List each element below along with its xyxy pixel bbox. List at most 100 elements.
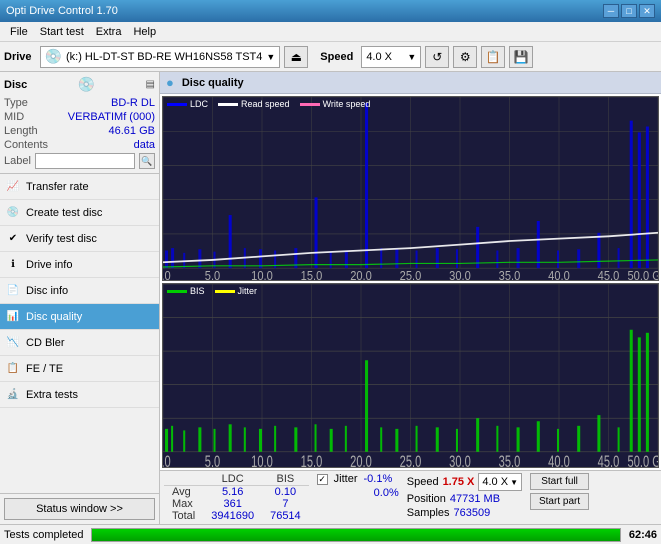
chart-header-icon: ● — [166, 75, 174, 90]
main-layout: Disc 💿 ▤ Type BD-R DL MID VERBATIMf (000… — [0, 72, 661, 524]
label-label: Label — [4, 155, 31, 167]
start-full-button[interactable]: Start full — [530, 473, 589, 490]
col-bis: BIS — [262, 473, 309, 486]
bottom-chart: BIS Jitter — [162, 283, 659, 468]
max-jitter: 0.0% — [374, 487, 399, 499]
position-value: 47731 MB — [450, 493, 500, 505]
stats-area: LDC BIS Avg 5.16 0.10 Max 361 7 Total 39… — [160, 470, 661, 524]
sidebar-item-transfer-rate[interactable]: 📈 Transfer rate — [0, 174, 159, 200]
disc-info-icon: 📄 — [6, 284, 20, 298]
sidebar-item-disc-info[interactable]: 📄 Disc info — [0, 278, 159, 304]
svg-text:0.0: 0.0 — [163, 453, 171, 467]
position-row: Position 47731 MB — [407, 493, 522, 505]
cd-bler-label: CD Bler — [26, 337, 65, 349]
svg-text:15.0: 15.0 — [301, 268, 323, 280]
sidebar-item-create-test-disc[interactable]: 💿 Create test disc — [0, 200, 159, 226]
svg-text:50.0 GB: 50.0 GB — [628, 268, 658, 280]
stats-table: LDC BIS Avg 5.16 0.10 Max 361 7 Total 39… — [164, 473, 309, 522]
legend-read-speed-label: Read speed — [241, 99, 290, 109]
create-test-disc-icon: 💿 — [6, 206, 20, 220]
svg-text:10.0: 10.0 — [251, 268, 273, 280]
save-button[interactable]: 💾 — [509, 46, 533, 68]
drive-label: Drive — [4, 51, 32, 63]
legend-ldc: LDC — [167, 99, 208, 109]
progress-fill — [92, 529, 619, 541]
fe-te-icon: 📋 — [6, 362, 20, 376]
disc-mid-row: MID VERBATIMf (000) — [4, 111, 155, 123]
svg-text:40.0: 40.0 — [548, 453, 570, 467]
minimize-button[interactable]: ─ — [603, 4, 619, 18]
disc-type-row: Type BD-R DL — [4, 97, 155, 109]
speed-row: Speed 1.75 X 4.0 X ▼ — [407, 473, 522, 491]
label-edit-button[interactable]: 🔍 — [139, 153, 155, 169]
right-stats: ✓ Jitter -0.1% 0.0% — [317, 473, 399, 499]
drive-info-icon: ℹ — [6, 258, 20, 272]
drive-selector[interactable]: 💿 (k:) HL-DT-ST BD-RE WH16NS58 TST4 ▼ — [40, 46, 281, 68]
legend-bis-label: BIS — [190, 286, 205, 296]
svg-text:5.0: 5.0 — [205, 268, 221, 280]
menu-file[interactable]: File — [4, 24, 34, 40]
legend-ldc-label: LDC — [190, 99, 208, 109]
create-test-disc-label: Create test disc — [26, 207, 102, 219]
toolbar: Drive 💿 (k:) HL-DT-ST BD-RE WH16NS58 TST… — [0, 42, 661, 72]
menu-extra[interactable]: Extra — [90, 24, 128, 40]
eject-button[interactable]: ⏏ — [284, 46, 308, 68]
cd-bler-icon: 📉 — [6, 336, 20, 350]
col-empty — [164, 473, 203, 486]
total-bis: 76514 — [262, 510, 309, 522]
max-bis: 7 — [262, 498, 309, 510]
total-label: Total — [164, 510, 203, 522]
svg-text:45.0: 45.0 — [598, 268, 620, 280]
time-display: 62:46 — [629, 529, 657, 541]
extra-tests-label: Extra tests — [26, 389, 78, 401]
speed-label: Speed — [320, 51, 353, 63]
legend-bis: BIS — [167, 286, 205, 296]
bottom-status-bar: Tests completed 62:46 — [0, 524, 661, 544]
avg-jitter: -0.1% — [364, 473, 393, 485]
status-bar-container: Status window >> — [0, 493, 159, 524]
sidebar-item-fe-te[interactable]: 📋 FE / TE — [0, 356, 159, 382]
avg-bis: 0.10 — [262, 486, 309, 499]
bottom-chart-svg: 1 2 4 6 8 10 2% 4% 6% 8% 10% 0.0 5.0 10.… — [163, 284, 658, 467]
status-window-button[interactable]: Status window >> — [4, 498, 155, 520]
mid-value: VERBATIMf (000) — [68, 111, 155, 123]
disc-icon: 💿 — [78, 76, 95, 93]
menu-help[interactable]: Help — [127, 24, 162, 40]
close-button[interactable]: ✕ — [639, 4, 655, 18]
start-part-button[interactable]: Start part — [530, 493, 589, 510]
disc-quality-label: Disc quality — [26, 311, 82, 323]
speed-value: 1.75 X — [443, 476, 475, 488]
speed-dropdown-selector[interactable]: 4.0 X ▼ — [478, 473, 522, 491]
sidebar-item-disc-quality[interactable]: 📊 Disc quality — [0, 304, 159, 330]
extra-tests-icon: 🔬 — [6, 388, 20, 402]
speed-selector[interactable]: 4.0 X ▼ — [361, 46, 421, 68]
menubar: File Start test Extra Help — [0, 22, 661, 42]
fe-te-label: FE / TE — [26, 363, 63, 375]
sidebar-item-drive-info[interactable]: ℹ Drive info — [0, 252, 159, 278]
menu-start-test[interactable]: Start test — [34, 24, 90, 40]
label-input[interactable] — [35, 153, 135, 169]
svg-text:20.0: 20.0 — [350, 268, 372, 280]
avg-label: Avg — [164, 486, 203, 499]
maximize-button[interactable]: □ — [621, 4, 637, 18]
jitter-checkbox[interactable]: ✓ — [317, 474, 328, 485]
disc-header: Disc 💿 ▤ — [4, 76, 155, 93]
sidebar-item-extra-tests[interactable]: 🔬 Extra tests — [0, 382, 159, 408]
sidebar: Disc 💿 ▤ Type BD-R DL MID VERBATIMf (000… — [0, 72, 160, 524]
sidebar-item-cd-bler[interactable]: 📉 CD Bler — [0, 330, 159, 356]
legend-write-speed-label: Write speed — [323, 99, 371, 109]
copy-button[interactable]: 📋 — [481, 46, 505, 68]
svg-text:30.0: 30.0 — [449, 268, 471, 280]
nav-items: 📈 Transfer rate 💿 Create test disc ✔ Ver… — [0, 174, 159, 493]
content-area: ● Disc quality LDC Read speed — [160, 72, 661, 524]
length-label: Length — [4, 125, 38, 137]
drive-name: (k:) HL-DT-ST BD-RE WH16NS58 TST4 — [66, 51, 262, 63]
sidebar-item-verify-test-disc[interactable]: ✔ Verify test disc — [0, 226, 159, 252]
legend-jitter-label: Jitter — [238, 286, 258, 296]
contents-value: data — [134, 139, 155, 151]
settings-button[interactable]: ⚙ — [453, 46, 477, 68]
refresh-button[interactable]: ↺ — [425, 46, 449, 68]
window-title: Opti Drive Control 1.70 — [6, 5, 118, 17]
contents-label: Contents — [4, 139, 48, 151]
speed-value: 4.0 X — [366, 51, 392, 63]
